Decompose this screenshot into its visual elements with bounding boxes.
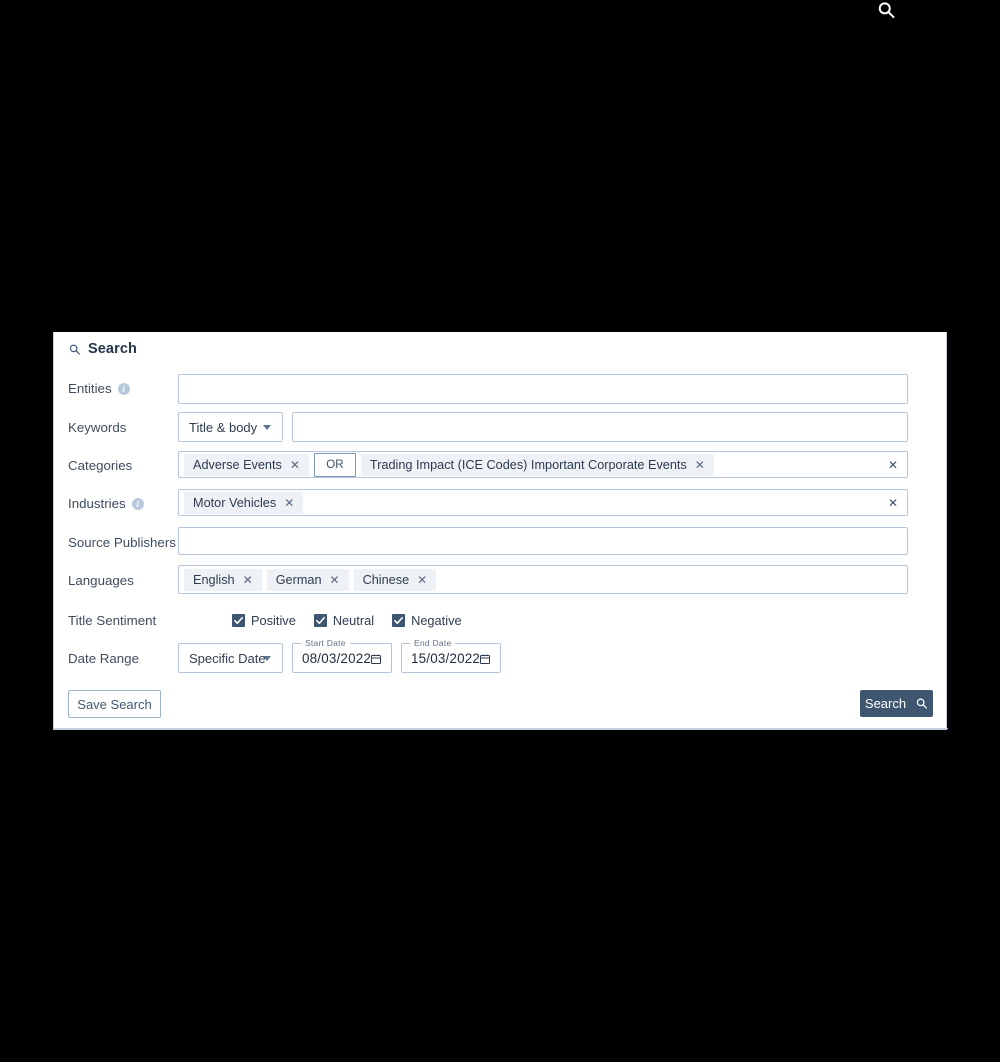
title-sentiment-label: Title Sentiment [68,613,156,628]
search-icon[interactable] [876,0,896,20]
chip-label: German [275,572,322,587]
categories-label: Categories [68,458,132,473]
search-button-label: Search [864,696,907,711]
info-icon[interactable]: i [117,382,130,395]
panel-header: Search [68,341,137,357]
search-icon [915,697,928,710]
close-icon[interactable]: ✕ [888,497,898,509]
save-search-button[interactable]: Save Search [68,690,161,718]
search-button[interactable]: Search [860,690,933,717]
checkbox-negative[interactable]: Negative [392,613,462,628]
entities-label-text: Entities [68,381,112,396]
industries-field[interactable]: Motor Vehicles ✕ ✕ [178,489,908,516]
close-icon[interactable]: ✕ [330,574,340,586]
close-icon[interactable]: ✕ [290,459,300,471]
industries-label: Industries i [68,496,144,511]
chip[interactable]: Trading Impact (ICE Codes) Important Cor… [360,453,714,476]
checkbox-positive[interactable]: Positive [232,613,296,628]
chip[interactable]: Adverse Events ✕ [184,453,309,476]
source-publishers-label-text: Source Publishers [68,535,176,550]
info-icon[interactable]: i [131,497,144,510]
entities-input[interactable] [178,374,908,404]
chevron-down-icon [263,655,271,661]
end-date-field[interactable]: End Date 15/03/2022 [401,638,501,673]
languages-label: Languages [68,573,134,588]
date-range-mode-value: Specific Date [189,650,266,666]
entities-label: Entities i [68,381,130,396]
source-publishers-label: Source Publishers [68,535,176,550]
chevron-down-icon [263,424,271,430]
chip-label: Chinese [362,572,410,587]
end-date-legend: End Date [410,638,456,648]
chip[interactable]: German ✕ [266,568,349,591]
chip-label: Motor Vehicles [193,495,277,510]
checkbox-label: Neutral [332,613,375,628]
chip[interactable]: Chinese ✕ [353,568,437,591]
checkbox-label: Positive [251,613,296,628]
keywords-scope-select[interactable]: Title & body [178,412,283,442]
panel-footer-divider [54,728,948,729]
source-publishers-input[interactable] [178,527,908,555]
chip-label: English [193,572,235,587]
check-icon [313,614,327,627]
chip[interactable]: Motor Vehicles ✕ [184,491,304,514]
title-sentiment-group: Positive Neutral Negative [232,613,462,628]
check-icon [232,614,245,627]
screen-root: Search Entities i Keywords Title & body … [0,0,1000,1062]
chip-label: Trading Impact (ICE Codes) Important Cor… [369,457,687,472]
categories-label-text: Categories [68,458,133,473]
close-icon[interactable]: ✕ [695,459,705,471]
chip[interactable]: English ✕ [184,568,262,591]
end-date-value: 15/03/2022 [411,650,481,666]
chip-operator[interactable]: OR [313,452,356,477]
search-panel: Search Entities i Keywords Title & body … [53,332,948,730]
categories-field[interactable]: Adverse Events ✕ OR Trading Impact (ICE … [178,451,908,478]
languages-label-text: Languages [68,573,134,588]
start-date-legend: Start Date [301,638,350,648]
date-range-label: Date Range [68,651,139,666]
industries-label-text: Industries [68,496,126,511]
keywords-label: Keywords [68,420,126,435]
title-sentiment-label-text: Title Sentiment [68,613,157,628]
checkbox-neutral[interactable]: Neutral [313,613,375,628]
start-date-field[interactable]: Start Date 08/03/2022 [292,638,392,673]
close-icon[interactable]: ✕ [417,574,427,586]
calendar-icon[interactable] [479,652,491,664]
keywords-scope-value: Title & body [189,419,258,435]
page-title: Search [88,341,137,357]
start-date-value: 08/03/2022 [302,650,372,666]
close-icon[interactable]: ✕ [888,459,898,471]
chip-label: Adverse Events [193,457,282,472]
close-icon[interactable]: ✕ [284,497,294,509]
date-range-label-text: Date Range [68,651,139,666]
date-range-mode-select[interactable]: Specific Date [178,643,283,673]
calendar-icon[interactable] [370,652,382,664]
languages-field[interactable]: English ✕ German ✕ Chinese ✕ [178,565,908,594]
close-icon[interactable]: ✕ [243,574,253,586]
keywords-input[interactable] [292,412,908,442]
checkbox-label: Negative [411,613,462,628]
check-icon [392,614,406,627]
keywords-label-text: Keywords [68,420,127,435]
search-icon [68,343,81,356]
